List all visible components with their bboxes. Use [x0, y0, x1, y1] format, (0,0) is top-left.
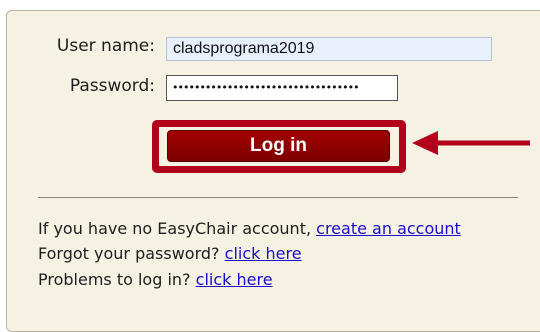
divider — [38, 197, 518, 198]
password-label: Password: — [69, 76, 155, 96]
forgot-password-link[interactable]: click here — [225, 244, 302, 263]
no-account-line: If you have no EasyChair account, create… — [38, 219, 461, 238]
create-account-link[interactable]: create an account — [316, 219, 461, 238]
red-arrow-left-icon — [412, 131, 530, 155]
username-row: User name: — [0, 36, 155, 56]
login-problems-text: Problems to log in? — [38, 270, 191, 289]
login-problems-link[interactable]: click here — [196, 270, 273, 289]
username-input[interactable]: cladsprograma2019 — [166, 37, 492, 61]
password-input[interactable]: •••••••••••••••••••••••••••••••••• — [166, 75, 398, 101]
forgot-password-text: Forgot your password? — [38, 244, 220, 263]
forgot-password-line: Forgot your password? click here — [38, 244, 302, 263]
login-button[interactable]: Log in — [167, 130, 390, 162]
no-account-text: If you have no EasyChair account, — [38, 219, 312, 238]
password-row: Password: — [0, 76, 155, 96]
username-label: User name: — [56, 36, 155, 56]
login-problems-line: Problems to log in? click here — [38, 270, 273, 289]
